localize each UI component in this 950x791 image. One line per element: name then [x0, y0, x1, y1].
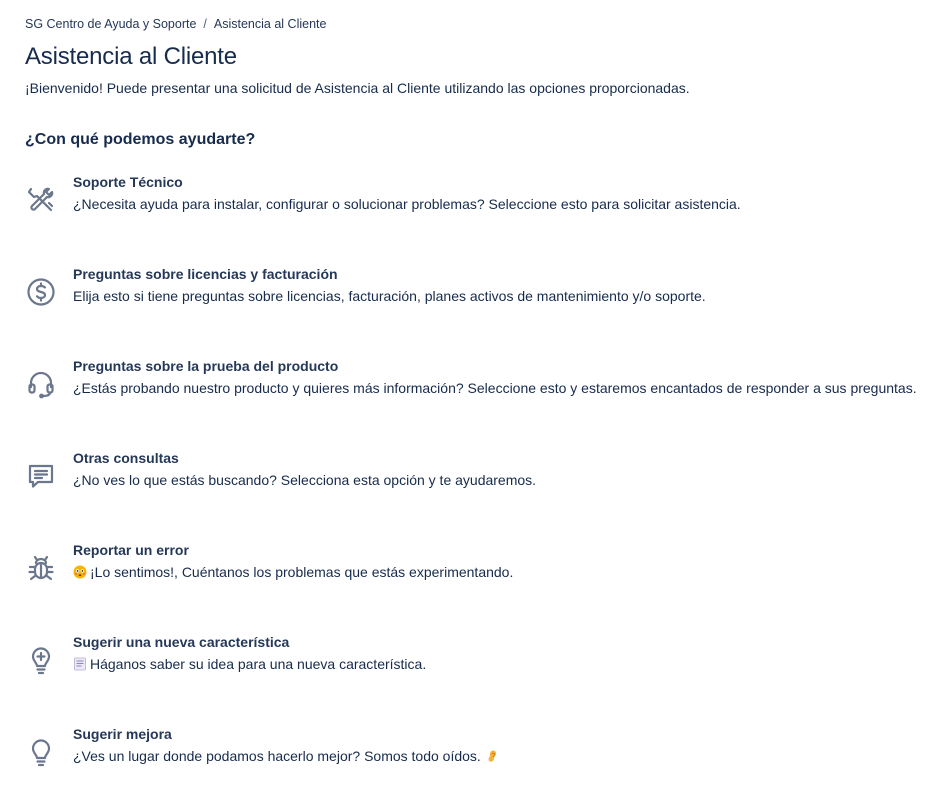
- option-title[interactable]: Reportar un error: [73, 542, 189, 558]
- option-other-inquiries[interactable]: Otras consultas ¿No ves lo que estás bus…: [25, 450, 925, 510]
- flushed-face-emoji: [73, 565, 87, 579]
- option-title[interactable]: Otras consultas: [73, 450, 179, 466]
- headset-icon: [25, 368, 57, 400]
- option-description: ¿Estás probando nuestro producto y quier…: [73, 380, 917, 396]
- option-title[interactable]: Soporte Técnico: [73, 174, 183, 190]
- option-technical-support[interactable]: Soporte Técnico ¿Necesita ayuda para ins…: [25, 174, 925, 234]
- breadcrumb-home-link[interactable]: SG Centro de Ayuda y Soporte: [25, 17, 196, 31]
- lightbulb-plus-icon: [25, 644, 57, 676]
- option-title[interactable]: Sugerir mejora: [73, 726, 172, 742]
- option-description: ¿Necesita ayuda para instalar, configura…: [73, 196, 741, 212]
- option-description: ¡Lo sentimos!, Cuéntanos los problemas q…: [73, 564, 513, 580]
- page-title: Asistencia al Cliente: [25, 43, 237, 70]
- option-title[interactable]: Preguntas sobre la prueba del producto: [73, 358, 338, 374]
- option-description: ¿Ves un lugar donde podamos hacerlo mejo…: [73, 748, 499, 764]
- option-title[interactable]: Preguntas sobre licencias y facturación: [73, 266, 338, 282]
- page-intro: ¡Bienvenido! Puede presentar una solicit…: [25, 80, 690, 96]
- option-description-text: ¡Lo sentimos!, Cuéntanos los problemas q…: [90, 564, 514, 580]
- option-description: Elija esto si tiene preguntas sobre lice…: [73, 288, 706, 304]
- section-title: ¿Con qué podemos ayudarte?: [25, 131, 256, 148]
- option-licensing-billing[interactable]: Preguntas sobre licencias y facturación …: [25, 266, 925, 326]
- option-report-bug[interactable]: Reportar un error ¡Lo sentimos!, Cuéntan…: [25, 542, 925, 602]
- option-description: Háganos saber su idea para una nueva car…: [73, 656, 426, 672]
- lightbulb-icon: [25, 736, 57, 768]
- option-product-trial[interactable]: Preguntas sobre la prueba del producto ¿…: [25, 358, 925, 418]
- option-suggest-feature[interactable]: Sugerir una nueva característica Háganos…: [25, 634, 925, 694]
- option-title[interactable]: Sugerir una nueva característica: [73, 634, 289, 650]
- notepad-emoji: [74, 657, 86, 671]
- breadcrumb-separator: /: [203, 17, 207, 31]
- option-suggest-improvement[interactable]: Sugerir mejora ¿Ves un lugar donde podam…: [25, 726, 925, 786]
- ear-emoji: [488, 750, 496, 762]
- option-description-text: Háganos saber su idea para una nueva car…: [90, 656, 427, 672]
- breadcrumb: SG Centro de Ayuda y Soporte / Asistencia …: [25, 17, 326, 31]
- option-description: ¿No ves lo que estás buscando? Seleccion…: [73, 472, 537, 488]
- option-description-text: ¿Ves un lugar donde podamos hacerlo mejo…: [73, 748, 481, 764]
- breadcrumb-current-link[interactable]: Asistencia al Cliente: [214, 17, 327, 31]
- chat-icon: [25, 460, 57, 492]
- dollar-circle-icon: [25, 276, 57, 308]
- tools-icon: [25, 184, 57, 216]
- bug-icon: [25, 552, 57, 584]
